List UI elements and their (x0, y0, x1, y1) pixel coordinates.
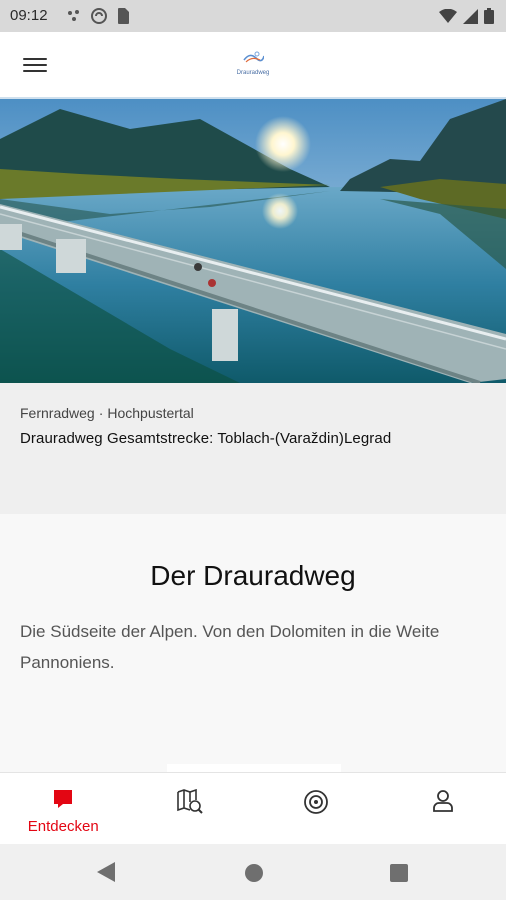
battery-icon (484, 8, 494, 28)
nav-item-profile[interactable] (380, 773, 506, 844)
target-icon (303, 789, 329, 820)
recent-apps-icon[interactable] (390, 864, 408, 882)
sim-card-icon (116, 7, 130, 29)
tour-title[interactable]: Drauradweg Gesamtstrecke: Toblach-(Varaž… (20, 430, 486, 447)
meta-separator: · (98, 405, 104, 421)
no-disturb-icon (90, 7, 108, 29)
nav-item-entdecken[interactable]: Entdecken (0, 773, 127, 844)
tour-meta: Fernradweg · Hochpustertal (20, 405, 486, 421)
hero-image[interactable] (0, 99, 506, 383)
intro-section: Der Drauradweg Die Südseite der Alpen. V… (0, 514, 506, 776)
menu-button[interactable] (18, 50, 52, 80)
profile-icon (432, 789, 454, 818)
status-icons-left (66, 7, 130, 29)
app-logo[interactable]: Drauradweg (230, 50, 276, 80)
nav-item-target[interactable] (253, 773, 380, 844)
back-icon[interactable] (97, 862, 115, 887)
signal-icon (463, 8, 478, 28)
nav-item-map-search[interactable] (127, 773, 254, 844)
logo-mark-icon (243, 51, 265, 63)
hamburger-line (23, 64, 47, 66)
discover-icon (53, 789, 73, 814)
wifi-icon (439, 8, 457, 28)
intro-heading: Der Drauradweg (150, 560, 356, 591)
hamburger-line (23, 70, 47, 72)
tour-info-card[interactable]: Fernradweg · Hochpustertal Drauradweg Ge… (0, 383, 506, 514)
logo-text: Drauradweg (236, 70, 270, 76)
bridge-over-lake-photo (0, 99, 506, 383)
tour-category: Fernradweg (20, 405, 95, 421)
map-search-icon (176, 788, 204, 820)
system-nav-bar (0, 844, 506, 900)
hamburger-icon (23, 58, 47, 60)
status-time: 09:12 (10, 7, 48, 24)
bottom-nav: Entdecken (0, 772, 506, 844)
status-icons-right (439, 8, 494, 28)
app-screen: 09:12 Drauradweg Fernradweg · Hochpuster… (0, 0, 506, 900)
intro-text: Die Südseite der Alpen. Von den Dolomite… (20, 622, 440, 672)
status-bar: 09:12 (0, 0, 506, 32)
home-icon[interactable] (245, 864, 263, 882)
app-bar: Drauradweg (0, 32, 506, 99)
cast-icon (66, 9, 82, 27)
tour-region: Hochpustertal (107, 405, 194, 421)
nav-label-entdecken: Entdecken (27, 818, 99, 835)
